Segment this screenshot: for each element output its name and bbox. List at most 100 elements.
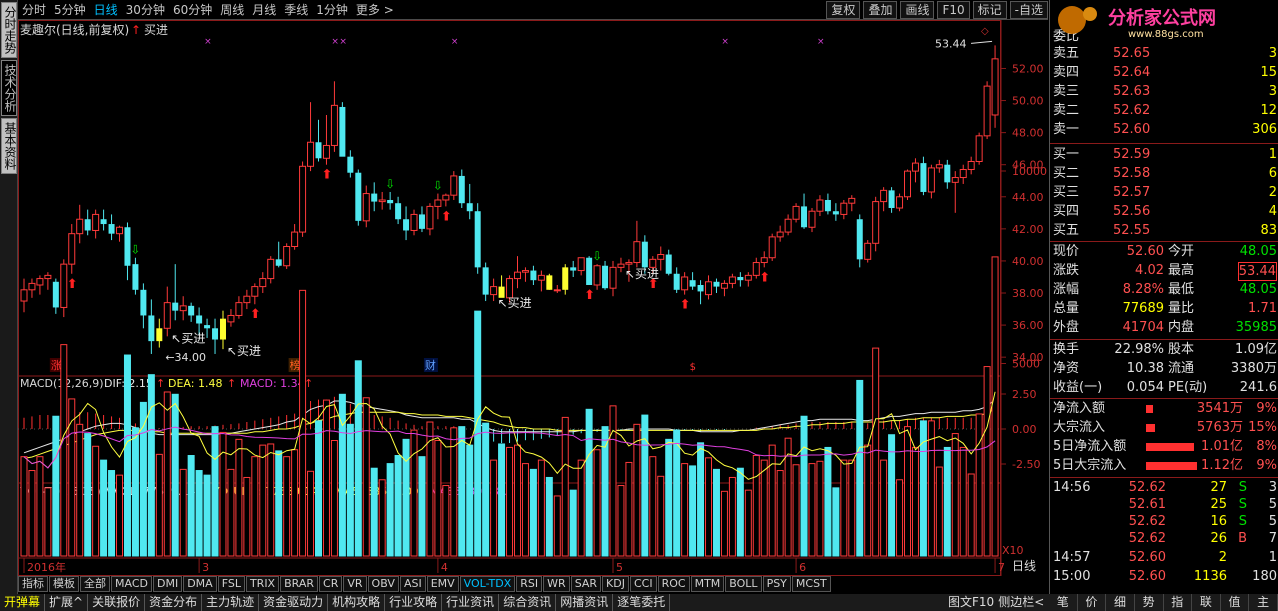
candle[interactable] xyxy=(426,203,434,236)
candle[interactable] xyxy=(872,196,880,252)
candle[interactable] xyxy=(816,195,824,217)
candle[interactable] xyxy=(100,209,107,231)
period-tab[interactable]: 更多 > xyxy=(352,2,398,18)
indicator-tab[interactable]: ROC xyxy=(657,576,690,592)
candle[interactable] xyxy=(418,206,425,233)
toolbar-button[interactable]: 叠加 xyxy=(863,1,898,19)
candle[interactable] xyxy=(896,193,904,212)
indicator-tab[interactable]: SAR xyxy=(570,576,602,592)
indicator-tab[interactable]: CCI xyxy=(629,576,657,592)
candle[interactable] xyxy=(362,185,370,228)
candle[interactable] xyxy=(52,278,59,314)
candle[interactable] xyxy=(840,199,848,220)
candle[interactable] xyxy=(44,272,52,290)
ask-row[interactable]: 卖二 52.62 12 xyxy=(1050,102,1278,119)
candle[interactable] xyxy=(498,275,505,298)
candle[interactable] xyxy=(562,264,569,295)
candle[interactable] xyxy=(513,256,521,289)
event-badge[interactable]: 榜 xyxy=(290,358,301,372)
candle[interactable] xyxy=(927,164,935,199)
indicator-tab[interactable]: BOLL xyxy=(725,576,762,592)
indicator-tab[interactable]: VR xyxy=(343,576,367,592)
candle[interactable] xyxy=(188,302,195,322)
candle[interactable] xyxy=(856,214,863,268)
candle[interactable] xyxy=(737,272,744,287)
candle[interactable] xyxy=(403,206,410,241)
candle[interactable] xyxy=(577,257,585,276)
candle[interactable] xyxy=(330,81,338,152)
candle[interactable] xyxy=(983,81,991,140)
candle[interactable] xyxy=(474,203,481,274)
quote-panel-tab[interactable]: 主 xyxy=(1249,594,1278,611)
candle[interactable] xyxy=(728,273,736,289)
quote-panel-tab[interactable]: 指 xyxy=(1164,594,1193,611)
kline-chart-area[interactable]: 52.0050.0048.0046.0044.0042.0040.0038.00… xyxy=(18,20,1049,576)
candle[interactable] xyxy=(28,278,36,298)
candle[interactable] xyxy=(76,204,84,244)
candle[interactable] xyxy=(880,187,888,212)
candle[interactable] xyxy=(801,193,808,229)
candle[interactable] xyxy=(546,273,553,290)
candle[interactable] xyxy=(705,275,713,300)
bid-row[interactable]: 买二 52.58 6 xyxy=(1050,165,1278,182)
candle[interactable] xyxy=(299,161,307,237)
quote-panel-tab[interactable]: 值 xyxy=(1221,594,1250,611)
indicator-tab[interactable]: ASI xyxy=(399,576,426,592)
candle[interactable] xyxy=(68,224,76,274)
candle[interactable] xyxy=(36,275,44,295)
candle[interactable] xyxy=(490,278,498,302)
tab-technical-analysis[interactable]: 技术分析 xyxy=(1,60,17,116)
event-badge[interactable]: 涨 xyxy=(51,359,62,372)
indicator-tab[interactable]: PSY xyxy=(762,576,791,592)
candle[interactable] xyxy=(378,191,386,210)
candle[interactable] xyxy=(116,225,124,242)
candle[interactable] xyxy=(355,169,362,226)
candle[interactable] xyxy=(665,249,672,276)
indicator-tab[interactable]: VOL-TDX xyxy=(459,576,516,592)
candle[interactable] xyxy=(681,272,689,295)
candle[interactable] xyxy=(537,270,545,292)
indicator-tab[interactable]: EMV xyxy=(426,576,459,592)
candle[interactable] xyxy=(967,156,975,175)
bottom-right-tab[interactable]: 侧边栏< xyxy=(998,594,1044,611)
candle[interactable] xyxy=(911,158,919,183)
indicator-tab[interactable]: WR xyxy=(543,576,570,592)
indicator-tab[interactable]: 指标 xyxy=(18,576,48,592)
period-tab[interactable]: 周线 xyxy=(216,2,248,18)
toolbar-button[interactable]: 画线 xyxy=(900,1,935,19)
candle[interactable] xyxy=(602,260,609,290)
quote-panel-tab[interactable]: 细 xyxy=(1106,594,1135,611)
candle[interactable] xyxy=(617,257,625,273)
candle[interactable] xyxy=(808,208,816,233)
function-tab[interactable]: 资金分布 xyxy=(145,594,203,611)
candle[interactable] xyxy=(347,150,354,178)
function-tab[interactable]: 行业攻略 xyxy=(385,594,443,611)
toolbar-button[interactable]: 标记 xyxy=(972,1,1007,19)
toolbar-button[interactable]: F10 xyxy=(937,1,970,19)
indicator-tab[interactable]: TRIX xyxy=(245,576,280,592)
indicator-tab[interactable]: 全部 xyxy=(80,576,110,592)
indicator-tab[interactable]: FSL xyxy=(217,576,245,592)
candle[interactable] xyxy=(570,260,577,277)
function-tab[interactable]: 机构攻略 xyxy=(328,594,386,611)
candle[interactable] xyxy=(291,224,299,250)
function-tab[interactable]: 开弹幕 xyxy=(0,594,46,611)
candle[interactable] xyxy=(371,182,378,212)
candle[interactable] xyxy=(179,296,187,321)
candle[interactable] xyxy=(132,257,139,295)
quote-panel-tab[interactable]: 价 xyxy=(1078,594,1107,611)
indicator-tab[interactable]: MCST xyxy=(791,576,831,592)
candle[interactable] xyxy=(975,132,983,165)
period-tab[interactable]: 季线 xyxy=(280,2,312,18)
candle[interactable] xyxy=(593,264,601,290)
candle[interactable] xyxy=(156,318,163,348)
candle[interactable] xyxy=(792,203,800,223)
period-tab[interactable]: 月线 xyxy=(248,2,280,18)
candle[interactable] xyxy=(20,278,28,313)
candle[interactable] xyxy=(521,267,529,282)
candle[interactable] xyxy=(387,191,394,210)
indicator-tab[interactable]: DMI xyxy=(152,576,183,592)
function-tab[interactable]: 主力轨迹 xyxy=(202,594,260,611)
function-tab[interactable]: 逐笔委托 xyxy=(613,594,671,611)
candle[interactable] xyxy=(776,225,784,242)
